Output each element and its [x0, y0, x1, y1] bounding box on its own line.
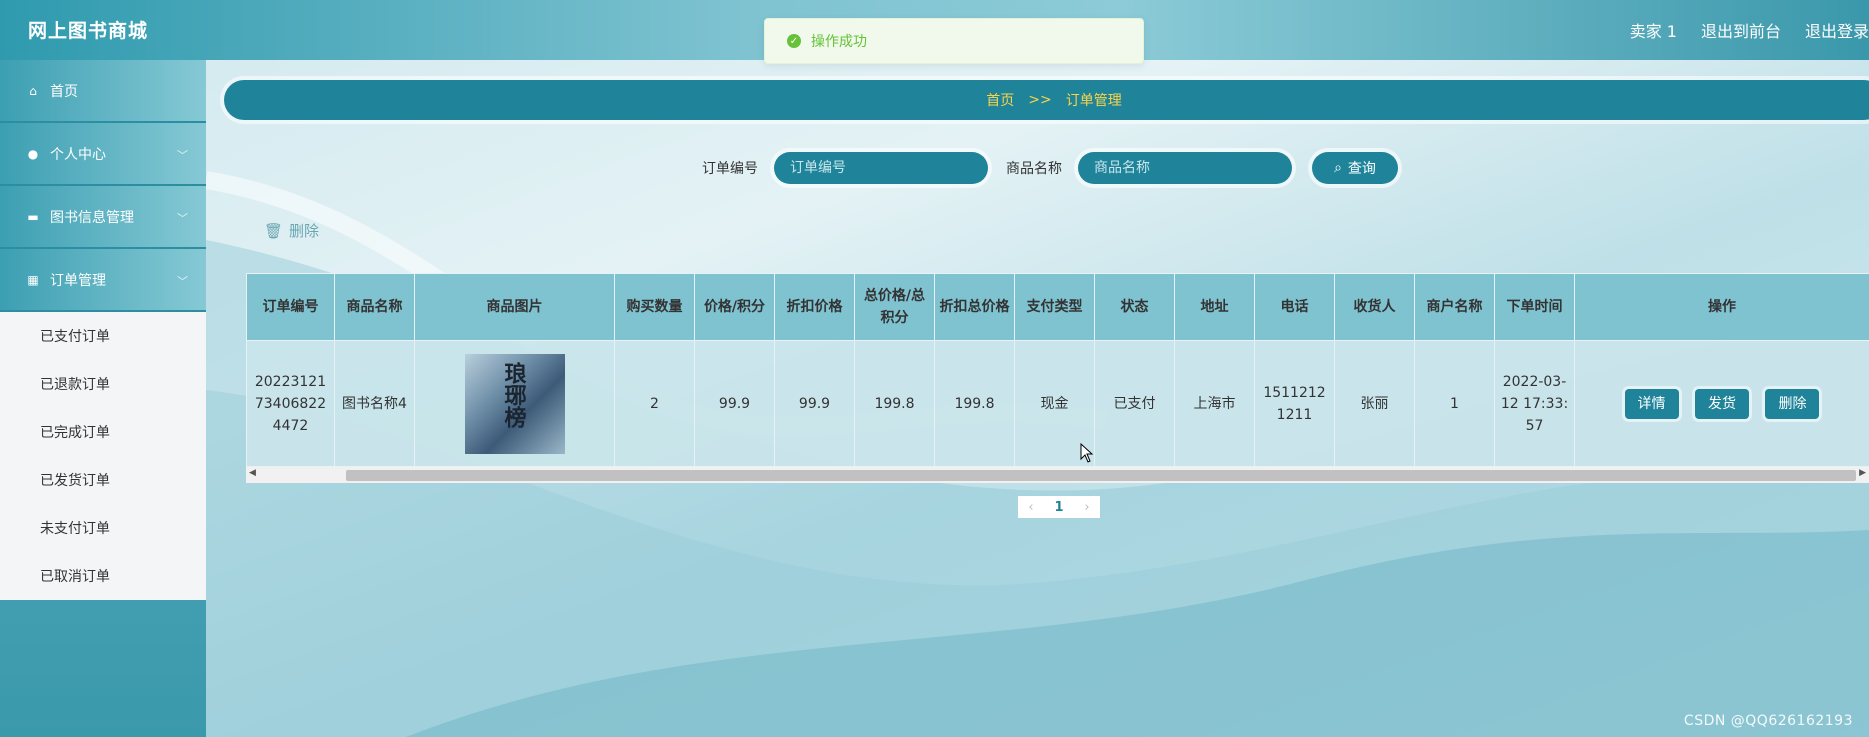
next-page-icon[interactable]: › — [1084, 500, 1089, 515]
chevron-down-icon: ﹀ — [177, 149, 188, 162]
column-header: 收货人 — [1334, 273, 1415, 341]
bulk-delete-label: 删除 — [289, 222, 320, 240]
page-number[interactable]: 1 — [1054, 500, 1063, 515]
bulk-delete-button[interactable]: 🗑 删除 — [264, 220, 319, 241]
sidebar-item-label: 订单管理 — [50, 272, 106, 289]
chevron-down-icon: ﹀ — [177, 212, 188, 225]
home-icon: ⌂ — [29, 83, 37, 98]
mouse-cursor-icon — [1080, 443, 1094, 463]
scroll-left-icon[interactable]: ◀ — [249, 468, 256, 478]
cell-price: 99.9 — [694, 340, 775, 467]
cell-order-time: 2022-03-12 17:33:57 — [1494, 340, 1575, 467]
submenu-item-cancelled[interactable]: 已取消订单 — [0, 552, 206, 600]
cell-discount-total: 199.8 — [934, 340, 1015, 467]
check-circle-icon: ✓ — [787, 34, 801, 48]
column-header: 折扣总价格 — [934, 273, 1015, 341]
cell-receiver: 张丽 — [1334, 340, 1415, 467]
product-name-label: 商品名称 — [1006, 161, 1062, 177]
cell-actions: 详情 发货 删除 — [1574, 340, 1869, 467]
header-actions: 卖家 1 退出到前台 退出登录 — [1630, 18, 1869, 42]
prev-page-icon[interactable]: ‹ — [1028, 500, 1033, 515]
success-toast: ✓ 操作成功 — [764, 18, 1144, 64]
column-header: 总价格/总积分 — [854, 273, 935, 341]
sidebar-item-label: 个人中心 — [50, 146, 106, 163]
cell-phone: 15112121211 — [1254, 340, 1335, 467]
sidebar-item-profile[interactable]: ● 个人中心 ﹀ — [0, 123, 206, 186]
column-header: 电话 — [1254, 273, 1335, 341]
toast-message: 操作成功 — [811, 34, 867, 50]
search-button[interactable]: ⌕ 查询 — [1312, 152, 1398, 184]
user-icon: ● — [27, 146, 39, 161]
column-header: 支付类型 — [1014, 273, 1095, 341]
ship-button[interactable]: 发货 — [1695, 388, 1749, 419]
column-header: 商户名称 — [1414, 273, 1495, 341]
cell-discount-price: 99.9 — [774, 340, 855, 467]
column-header: 状态 — [1094, 273, 1175, 341]
column-header: 购买数量 — [614, 273, 695, 341]
column-header: 价格/积分 — [694, 273, 775, 341]
column-header: 商品图片 — [414, 273, 615, 341]
order-no-label: 订单编号 — [702, 161, 758, 177]
product-name-input[interactable] — [1078, 152, 1292, 184]
briefcase-icon: ▬ — [27, 209, 39, 224]
current-user: 卖家 1 — [1629, 22, 1677, 41]
product-thumbnail[interactable]: 琅琊榜 — [464, 353, 565, 454]
table-row: 20223121734068224472 图书名称4 琅琊榜 2 99.9 99… — [246, 340, 1869, 467]
submenu-item-shipped[interactable]: 已发货订单 — [0, 456, 206, 504]
breadcrumb: 首页 >> 订单管理 — [224, 80, 1869, 120]
scrollbar-thumb[interactable] — [346, 470, 1856, 481]
sidebar-item-home[interactable]: ⌂ 首页 — [0, 60, 206, 123]
table-header-row: 订单编号 商品名称 商品图片 购买数量 价格/积分 折扣价格 总价格/总积分 折… — [246, 273, 1869, 341]
submenu-item-unpaid[interactable]: 未支付订单 — [0, 504, 206, 552]
column-header: 地址 — [1174, 273, 1255, 341]
cell-merchant: 1 — [1414, 340, 1495, 467]
sidebar-item-book-management[interactable]: ▬ 图书信息管理 ﹀ — [0, 186, 206, 249]
search-icon: ⌕ — [1334, 160, 1342, 176]
search-button-label: 查询 — [1347, 161, 1376, 177]
column-header: 操作 — [1574, 273, 1869, 341]
breadcrumb-separator: >> — [1028, 92, 1052, 108]
submenu-item-completed[interactable]: 已完成订单 — [0, 408, 206, 456]
cell-address: 上海市 — [1174, 340, 1255, 467]
breadcrumb-current: 订单管理 — [1065, 93, 1122, 109]
cell-product-name: 图书名称4 — [334, 340, 415, 467]
delete-button[interactable]: 删除 — [1765, 388, 1820, 419]
orders-submenu: 已支付订单 已退款订单 已完成订单 已发货订单 未支付订单 已取消订单 — [0, 312, 206, 600]
sidebar: ⌂ 首页 ● 个人中心 ﹀ ▬ 图书信息管理 ﹀ ▦ 订单管理 ﹀ 已支付订单 … — [0, 60, 206, 737]
pagination: ‹ 1 › — [1018, 496, 1100, 518]
submenu-item-refunded[interactable]: 已退款订单 — [0, 360, 206, 408]
brand-title: 网上图书商城 — [28, 20, 149, 42]
cell-product-image: 琅琊榜 — [414, 340, 615, 467]
table-horizontal-scrollbar[interactable]: ◀ ▶ — [246, 467, 1869, 483]
thumbnail-title: 琅琊榜 — [500, 361, 527, 428]
cell-quantity: 2 — [614, 340, 695, 467]
sidebar-item-label: 首页 — [50, 83, 78, 100]
trash-icon: 🗑 — [264, 221, 284, 240]
scroll-right-icon[interactable]: ▶ — [1859, 468, 1866, 478]
logout-link[interactable]: 退出登录 — [1805, 18, 1869, 42]
column-header: 商品名称 — [334, 273, 415, 341]
order-no-input[interactable] — [774, 152, 988, 184]
detail-button[interactable]: 详情 — [1624, 388, 1679, 419]
cell-status: 已支付 — [1094, 340, 1175, 467]
grid-icon: ▦ — [27, 272, 39, 287]
submenu-item-paid[interactable]: 已支付订单 — [0, 312, 206, 360]
breadcrumb-home[interactable]: 首页 — [986, 90, 1014, 110]
watermark: CSDN @QQ626162193 — [1683, 713, 1853, 729]
cell-order-no: 20223121734068224472 — [246, 340, 335, 467]
cell-total: 199.8 — [854, 340, 935, 467]
orders-table: 订单编号 商品名称 商品图片 购买数量 价格/积分 折扣价格 总价格/总积分 折… — [246, 273, 1869, 483]
column-header: 下单时间 — [1494, 273, 1575, 341]
chevron-down-icon: ﹀ — [177, 275, 188, 288]
sidebar-item-label: 图书信息管理 — [50, 209, 134, 226]
search-form: 订单编号 商品名称 ⌕ 查询 — [702, 152, 1398, 184]
sidebar-item-orders[interactable]: ▦ 订单管理 ﹀ — [0, 249, 206, 312]
column-header: 订单编号 — [246, 273, 335, 341]
exit-to-front-link[interactable]: 退出到前台 — [1701, 18, 1781, 42]
column-header: 折扣价格 — [774, 273, 855, 341]
